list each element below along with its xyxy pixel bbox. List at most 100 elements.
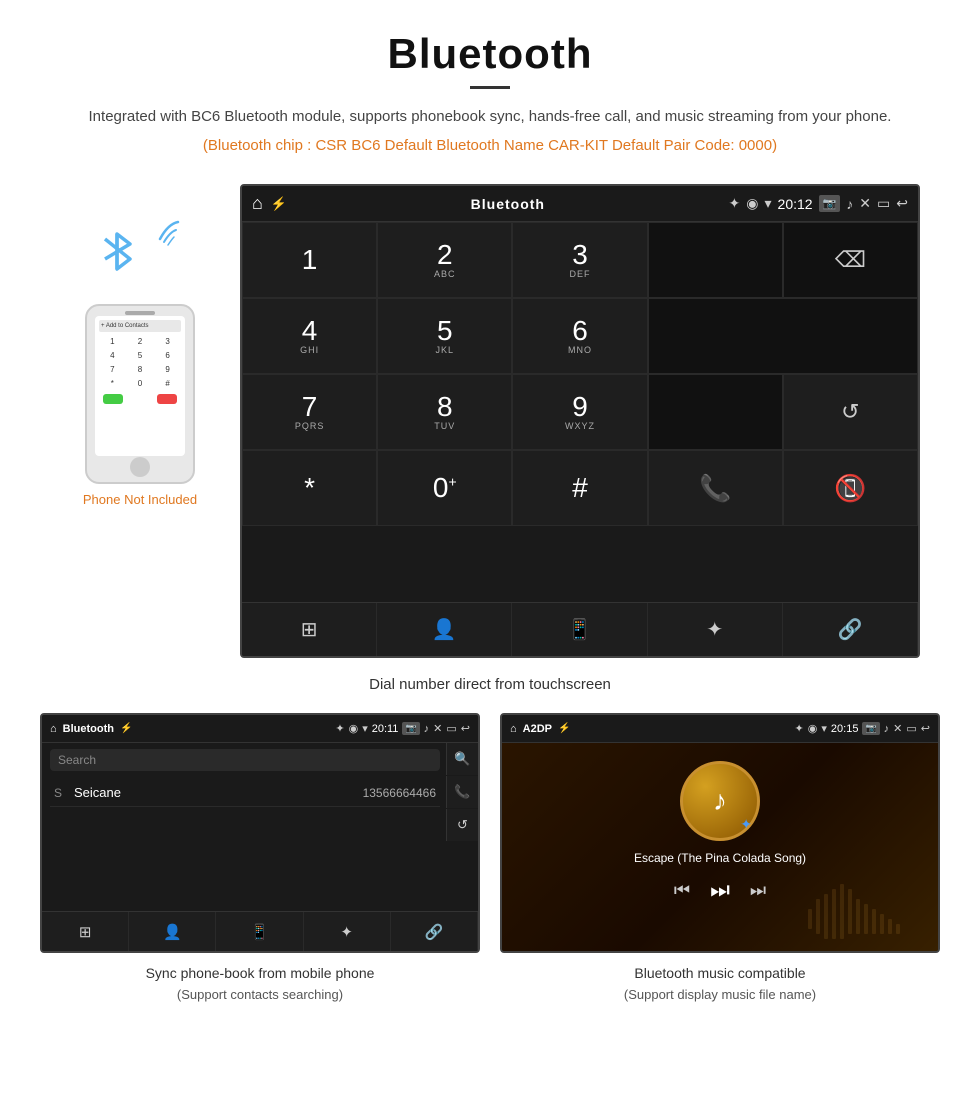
dial-key-2[interactable]: 2 ABC [377,222,512,298]
music-dots-bg [808,879,928,953]
pb-search-bar[interactable]: Search [50,749,440,771]
bottom-screens: ⌂ Bluetooth ⚡ ✦ ◉ ▾ 20:11 📷 ♪ ✕ ▭ ↩ [0,713,980,1015]
phonebook-block: ⌂ Bluetooth ⚡ ✦ ◉ ▾ 20:11 📷 ♪ ✕ ▭ ↩ [40,713,480,1015]
dial-key-5[interactable]: 5 JKL [377,298,512,374]
pb-home-icon: ⌂ [50,723,57,735]
pb-win-icon: ▭ [446,722,456,735]
title-divider [470,86,510,89]
pb-search-placeholder: Search [58,753,96,767]
pb-tb-grid[interactable]: ⊞ [42,912,129,951]
music-home-icon: ⌂ [510,723,517,735]
music-next[interactable]: ⏭ [750,880,766,901]
pb-usb-icon: ⚡ [120,723,132,734]
dial-backspace[interactable]: ⌫ [783,222,918,298]
pb-side-icons: 🔍 📞 ↺ [446,743,478,911]
music-win-icon: ▭ [906,722,916,735]
music-x-icon: ✕ [893,722,902,735]
music-loc-icon: ◉ [808,722,818,735]
dial-key-star[interactable]: * [242,450,377,526]
dial-key-9[interactable]: 9 WXYZ [512,374,647,450]
music-screen: ⌂ A2DP ⚡ ✦ ◉ ▾ 20:15 📷 ♪ ✕ ▭ ↩ [500,713,940,953]
music-caption: Bluetooth music compatible (Support disp… [500,953,940,1015]
dial-key-0[interactable]: 0+ [377,450,512,526]
music-sig-icon: ▾ [821,722,827,735]
phone-visual: + Add to Contacts 123 456 789 *0# Phone … [60,184,220,507]
dial-reload[interactable]: ↺ [783,374,918,450]
location-icon: ◉ [746,195,758,212]
volume-icon: ♪ [846,196,853,212]
signal-icon: ▾ [765,195,772,212]
pb-contact-letter: S [54,786,74,800]
music-content: ♪ ✦ Escape (The Pina Colada Song) ⏮ ⏭ ⏭ [502,743,938,953]
pb-content: Search S Seicane 13566664466 [42,743,446,911]
music-statusbar: ⌂ A2DP ⚡ ✦ ◉ ▾ 20:15 📷 ♪ ✕ ▭ ↩ [502,715,938,743]
toolbar-phone[interactable]: 📱 [512,603,647,656]
dial-call-green[interactable]: 📞 [648,450,783,526]
pb-side-reload[interactable]: ↺ [446,809,478,841]
phonebook-screen: ⌂ Bluetooth ⚡ ✦ ◉ ▾ 20:11 📷 ♪ ✕ ▭ ↩ [40,713,480,953]
pb-loc-icon: ◉ [349,722,359,735]
statusbar-right: ✦ ◉ ▾ 20:12 📷 ♪ ✕ ▭ ↩ [729,195,908,212]
pb-tb-phone[interactable]: 📱 [216,912,303,951]
pb-contact-name: Seicane [74,785,363,800]
pb-toolbar: ⊞ 👤 📱 ✦ 🔗 [42,911,478,951]
bt-status-icon: ✦ [729,195,741,212]
toolbar-grid[interactable]: ⊞ [242,603,377,656]
phonebook-caption: Sync phone-book from mobile phone (Suppo… [40,953,480,1015]
dial-empty-2 [648,298,918,374]
pb-tb-contacts[interactable]: 👤 [129,912,216,951]
page-header: Bluetooth Integrated with BC6 Bluetooth … [0,0,980,164]
toolbar-link[interactable]: 🔗 [783,603,918,656]
dial-key-1[interactable]: 1 [242,222,377,298]
usb-icon: ⚡ [271,196,287,212]
dial-caption: Dial number direct from touchscreen [0,668,980,713]
dial-key-hash[interactable]: # [512,450,647,526]
page-title: Bluetooth [60,30,920,78]
back-icon: ↩ [896,195,908,212]
music-vol-icon: ♪ [884,723,890,735]
pb-sig-icon: ▾ [362,722,368,735]
music-caption-text: Bluetooth music compatible [634,965,805,981]
pb-contact-number: 13566664466 [363,786,436,800]
dial-key-3[interactable]: 3 DEF [512,222,647,298]
dial-display [648,222,783,298]
music-play-pause[interactable]: ⏭ [710,877,730,903]
music-album-art: ♪ ✦ [680,761,760,841]
toolbar-bluetooth[interactable]: ✦ [648,603,783,656]
dial-key-6[interactable]: 6 MNO [512,298,647,374]
pb-tb-bt[interactable]: ✦ [304,912,391,951]
statusbar-time: 20:12 [778,196,813,212]
dialpad: 1 2 ABC 3 DEF ⌫ 4 GHI 5 JKL [242,222,918,602]
home-icon: ⌂ [252,193,263,214]
pb-time: 20:11 [372,723,399,735]
dial-key-8[interactable]: 8 TUV [377,374,512,450]
music-controls: ⏮ ⏭ ⏭ [674,877,766,903]
music-caption-sub: (Support display music file name) [624,987,816,1002]
music-bt-icon: ✦ [795,722,804,735]
music-note-icon: ♪ [713,785,727,817]
pb-x-icon: ✕ [433,722,442,735]
toolbar-contacts[interactable]: 👤 [377,603,512,656]
music-prev[interactable]: ⏮ [674,880,690,901]
dial-key-7[interactable]: 7 PQRS [242,374,377,450]
pb-tb-link[interactable]: 🔗 [391,912,478,951]
close-icon: ✕ [859,195,871,212]
pb-side-phone[interactable]: 📞 [446,776,478,808]
car-dial-screen: ⌂ ⚡ Bluetooth ✦ ◉ ▾ 20:12 📷 ♪ ✕ ▭ ↩ 1 [240,184,920,658]
pb-side-search[interactable]: 🔍 [446,743,478,775]
page-specs: (Bluetooth chip : CSR BC6 Default Blueto… [60,137,920,154]
pb-back-icon: ↩ [461,722,470,735]
pb-app-name: Bluetooth [63,723,114,735]
music-bt-badge: ✦ [740,816,752,833]
pb-statusbar: ⌂ Bluetooth ⚡ ✦ ◉ ▾ 20:11 📷 ♪ ✕ ▭ ↩ [42,715,478,743]
bluetooth-icon [95,224,140,279]
bluetooth-icon-area [95,214,185,294]
page-description: Integrated with BC6 Bluetooth module, su… [60,105,920,129]
camera-icon: 📷 [819,195,841,212]
statusbar-app-name: Bluetooth [471,196,545,212]
phone-not-included-label: Phone Not Included [83,492,197,507]
window-icon: ▭ [877,195,890,212]
dial-key-4[interactable]: 4 GHI [242,298,377,374]
dial-call-red[interactable]: 📵 [783,450,918,526]
pb-cam-icon: 📷 [402,722,419,735]
